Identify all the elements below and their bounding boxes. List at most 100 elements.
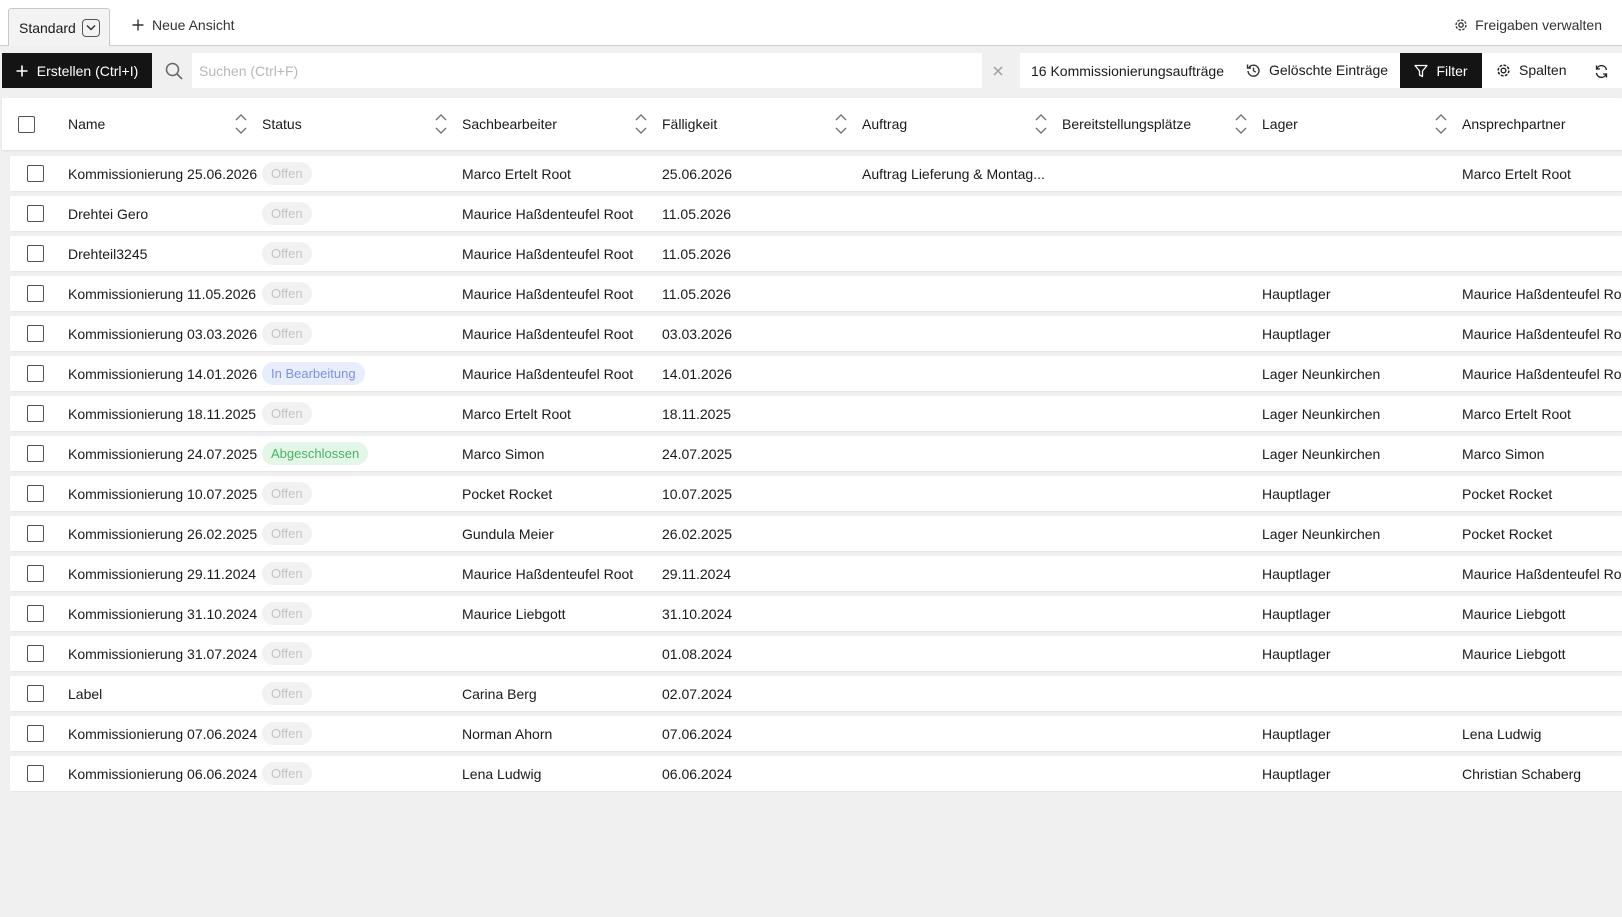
close-icon[interactable] (986, 58, 1010, 84)
cell-due-date-text: 11.05.2026 (662, 245, 732, 262)
cell-name: Kommissionierung 31.07.2024 (68, 636, 258, 671)
new-view-button[interactable]: Neue Ansicht (132, 17, 235, 33)
row-checkbox[interactable] (27, 765, 44, 782)
cell-warehouse-text: Hauptlager (1262, 725, 1331, 742)
table-row[interactable]: Kommissionierung 14.01.2026 In Bearbeitun… (10, 356, 1622, 391)
table-row[interactable]: Kommissionierung 18.11.2025 Offen Marco Er… (10, 396, 1622, 431)
column-header-name[interactable]: Name (68, 98, 105, 150)
cell-contact: Maurice Haßdenteufel Ro (1462, 316, 1622, 351)
table-row[interactable]: Kommissionierung 24.07.2025 Abgeschlossen… (10, 436, 1622, 471)
cell-name: Kommissionierung 14.01.2026 (68, 356, 258, 391)
column-header-contact[interactable]: Ansprechpartner (1462, 98, 1566, 150)
column-header-order[interactable]: Auftrag (862, 98, 907, 150)
row-checkbox[interactable] (27, 445, 44, 462)
table-row[interactable]: Kommissionierung 31.07.2024 Offen 01.08.20… (10, 636, 1622, 671)
cell-name-text: Kommissionierung 07.06.2024 (68, 725, 258, 742)
sort-icon[interactable] (434, 112, 448, 136)
table-row[interactable]: Drehtei Gero Offen Maurice Haßdenteufel Ro… (10, 196, 1622, 231)
row-checkbox[interactable] (27, 285, 44, 302)
cell-due-date-text: 14.01.2026 (662, 365, 733, 382)
sort-icon[interactable] (1234, 112, 1248, 136)
select-all-checkbox[interactable] (18, 115, 35, 133)
row-checkbox[interactable] (27, 525, 44, 542)
sort-icon[interactable] (1034, 112, 1048, 136)
cell-due-date-text: 26.02.2025 (662, 525, 733, 542)
chevron-down-icon[interactable] (81, 18, 100, 37)
row-checkbox[interactable] (27, 725, 44, 742)
table-row[interactable]: Kommissionierung 29.11.2024 Offen Maurice … (10, 556, 1622, 591)
cell-order (862, 276, 1052, 311)
cell-order (862, 356, 1052, 391)
column-header-due-date[interactable]: Fälligkeit (662, 98, 717, 150)
column-header-warehouse[interactable]: Lager (1262, 98, 1298, 150)
row-checkbox[interactable] (27, 245, 44, 262)
table-row[interactable]: Kommissionierung 11.05.2026 Offen Maurice … (10, 276, 1622, 311)
row-checkbox[interactable] (27, 605, 44, 622)
manage-shares-button[interactable]: Freigaben verwalten (1454, 17, 1602, 33)
table-row[interactable]: Label Offen Carina Berg 02.07.2024 (10, 676, 1622, 711)
filter-button[interactable]: Filter (1400, 53, 1482, 88)
status-badge: Offen (262, 562, 312, 585)
cell-clerk: Lena Ludwig (462, 756, 652, 791)
sort-icon[interactable] (234, 112, 248, 136)
row-checkbox[interactable] (27, 165, 44, 182)
cell-clerk-text: Maurice Liebgott (462, 605, 566, 622)
row-checkbox-cell (27, 396, 44, 431)
cell-staging-areas (1062, 516, 1252, 551)
row-checkbox[interactable] (27, 405, 44, 422)
deleted-entries-button[interactable]: Gelöschte Einträge (1246, 62, 1388, 78)
row-checkbox[interactable] (27, 485, 44, 502)
cell-due-date-text: 29.11.2024 (662, 565, 732, 582)
sort-icon[interactable] (634, 112, 648, 136)
column-header-clerk[interactable]: Sachbearbeiter (462, 98, 557, 150)
table-row[interactable]: Drehteil3245 Offen Maurice Haßdenteufel Ro… (10, 236, 1622, 271)
cell-status: Offen (262, 756, 452, 791)
cell-due-date: 06.06.2024 (662, 756, 852, 791)
table-row[interactable]: Kommissionierung 25.06.2026 Offen Marco Er… (10, 156, 1622, 191)
table-row[interactable]: Kommissionierung 26.02.2025 Offen Gundula … (10, 516, 1622, 551)
refresh-icon[interactable] (1590, 60, 1612, 82)
create-button-label: Erstellen (Ctrl+I) (36, 62, 139, 79)
cell-clerk-text: Gundula Meier (462, 525, 554, 542)
table-header: Name Status Sachbearbeiter Fälligkeit Au… (2, 98, 1622, 150)
cell-clerk-text: Maurice Haßdenteufel Root (462, 565, 634, 582)
sort-icon[interactable] (834, 112, 848, 136)
gear-icon (1454, 18, 1468, 32)
cell-status: Offen (262, 676, 452, 711)
cell-contact: Lena Ludwig (1462, 716, 1622, 751)
cell-status: Offen (262, 476, 452, 511)
cell-order (862, 636, 1052, 671)
cell-clerk-text: Maurice Haßdenteufel Root (462, 205, 634, 222)
cell-contact-text: Marco Ertelt Root (1462, 405, 1571, 422)
cell-warehouse-text: Lager Neunkirchen (1262, 405, 1381, 422)
manage-shares-label: Freigaben verwalten (1475, 17, 1602, 33)
status-badge: Offen (262, 322, 312, 345)
create-button[interactable]: Erstellen (Ctrl+I) (2, 53, 152, 88)
view-tab-standard[interactable]: Standard (8, 8, 110, 46)
cell-name: Drehteil3245 (68, 236, 258, 271)
table-row[interactable]: Kommissionierung 06.06.2024 Offen Lena Lud… (10, 756, 1622, 791)
cell-status: Offen (262, 276, 452, 311)
cell-clerk-text: Maurice Haßdenteufel Root (462, 365, 634, 382)
row-checkbox[interactable] (27, 565, 44, 582)
row-checkbox[interactable] (27, 365, 44, 382)
row-checkbox[interactable] (27, 325, 44, 342)
row-checkbox[interactable] (27, 685, 44, 702)
search-input[interactable] (192, 53, 982, 88)
table-row[interactable]: Kommissionierung 10.07.2025 Offen Pocket R… (10, 476, 1622, 511)
table-row[interactable]: Kommissionierung 03.03.2026 Offen Maurice … (10, 316, 1622, 351)
sort-icon[interactable] (1434, 112, 1448, 136)
table-row[interactable]: Kommissionierung 31.10.2024 Offen Maurice … (10, 596, 1622, 631)
row-checkbox[interactable] (27, 645, 44, 662)
row-checkbox[interactable] (27, 205, 44, 222)
column-header-status[interactable]: Status (262, 98, 302, 150)
cell-name-text: Label (68, 685, 103, 702)
select-all-checkbox-cell (18, 98, 35, 150)
cell-clerk-text: Pocket Rocket (462, 485, 553, 502)
column-header-staging-areas[interactable]: Bereitstellungsplätze (1062, 98, 1191, 150)
table-row[interactable]: Kommissionierung 07.06.2024 Offen Norman A… (10, 716, 1622, 751)
cell-staging-areas (1062, 156, 1252, 191)
filter-button-label: Filter (1436, 62, 1468, 79)
columns-button[interactable]: Spalten (1496, 62, 1566, 78)
cell-order (862, 556, 1052, 591)
